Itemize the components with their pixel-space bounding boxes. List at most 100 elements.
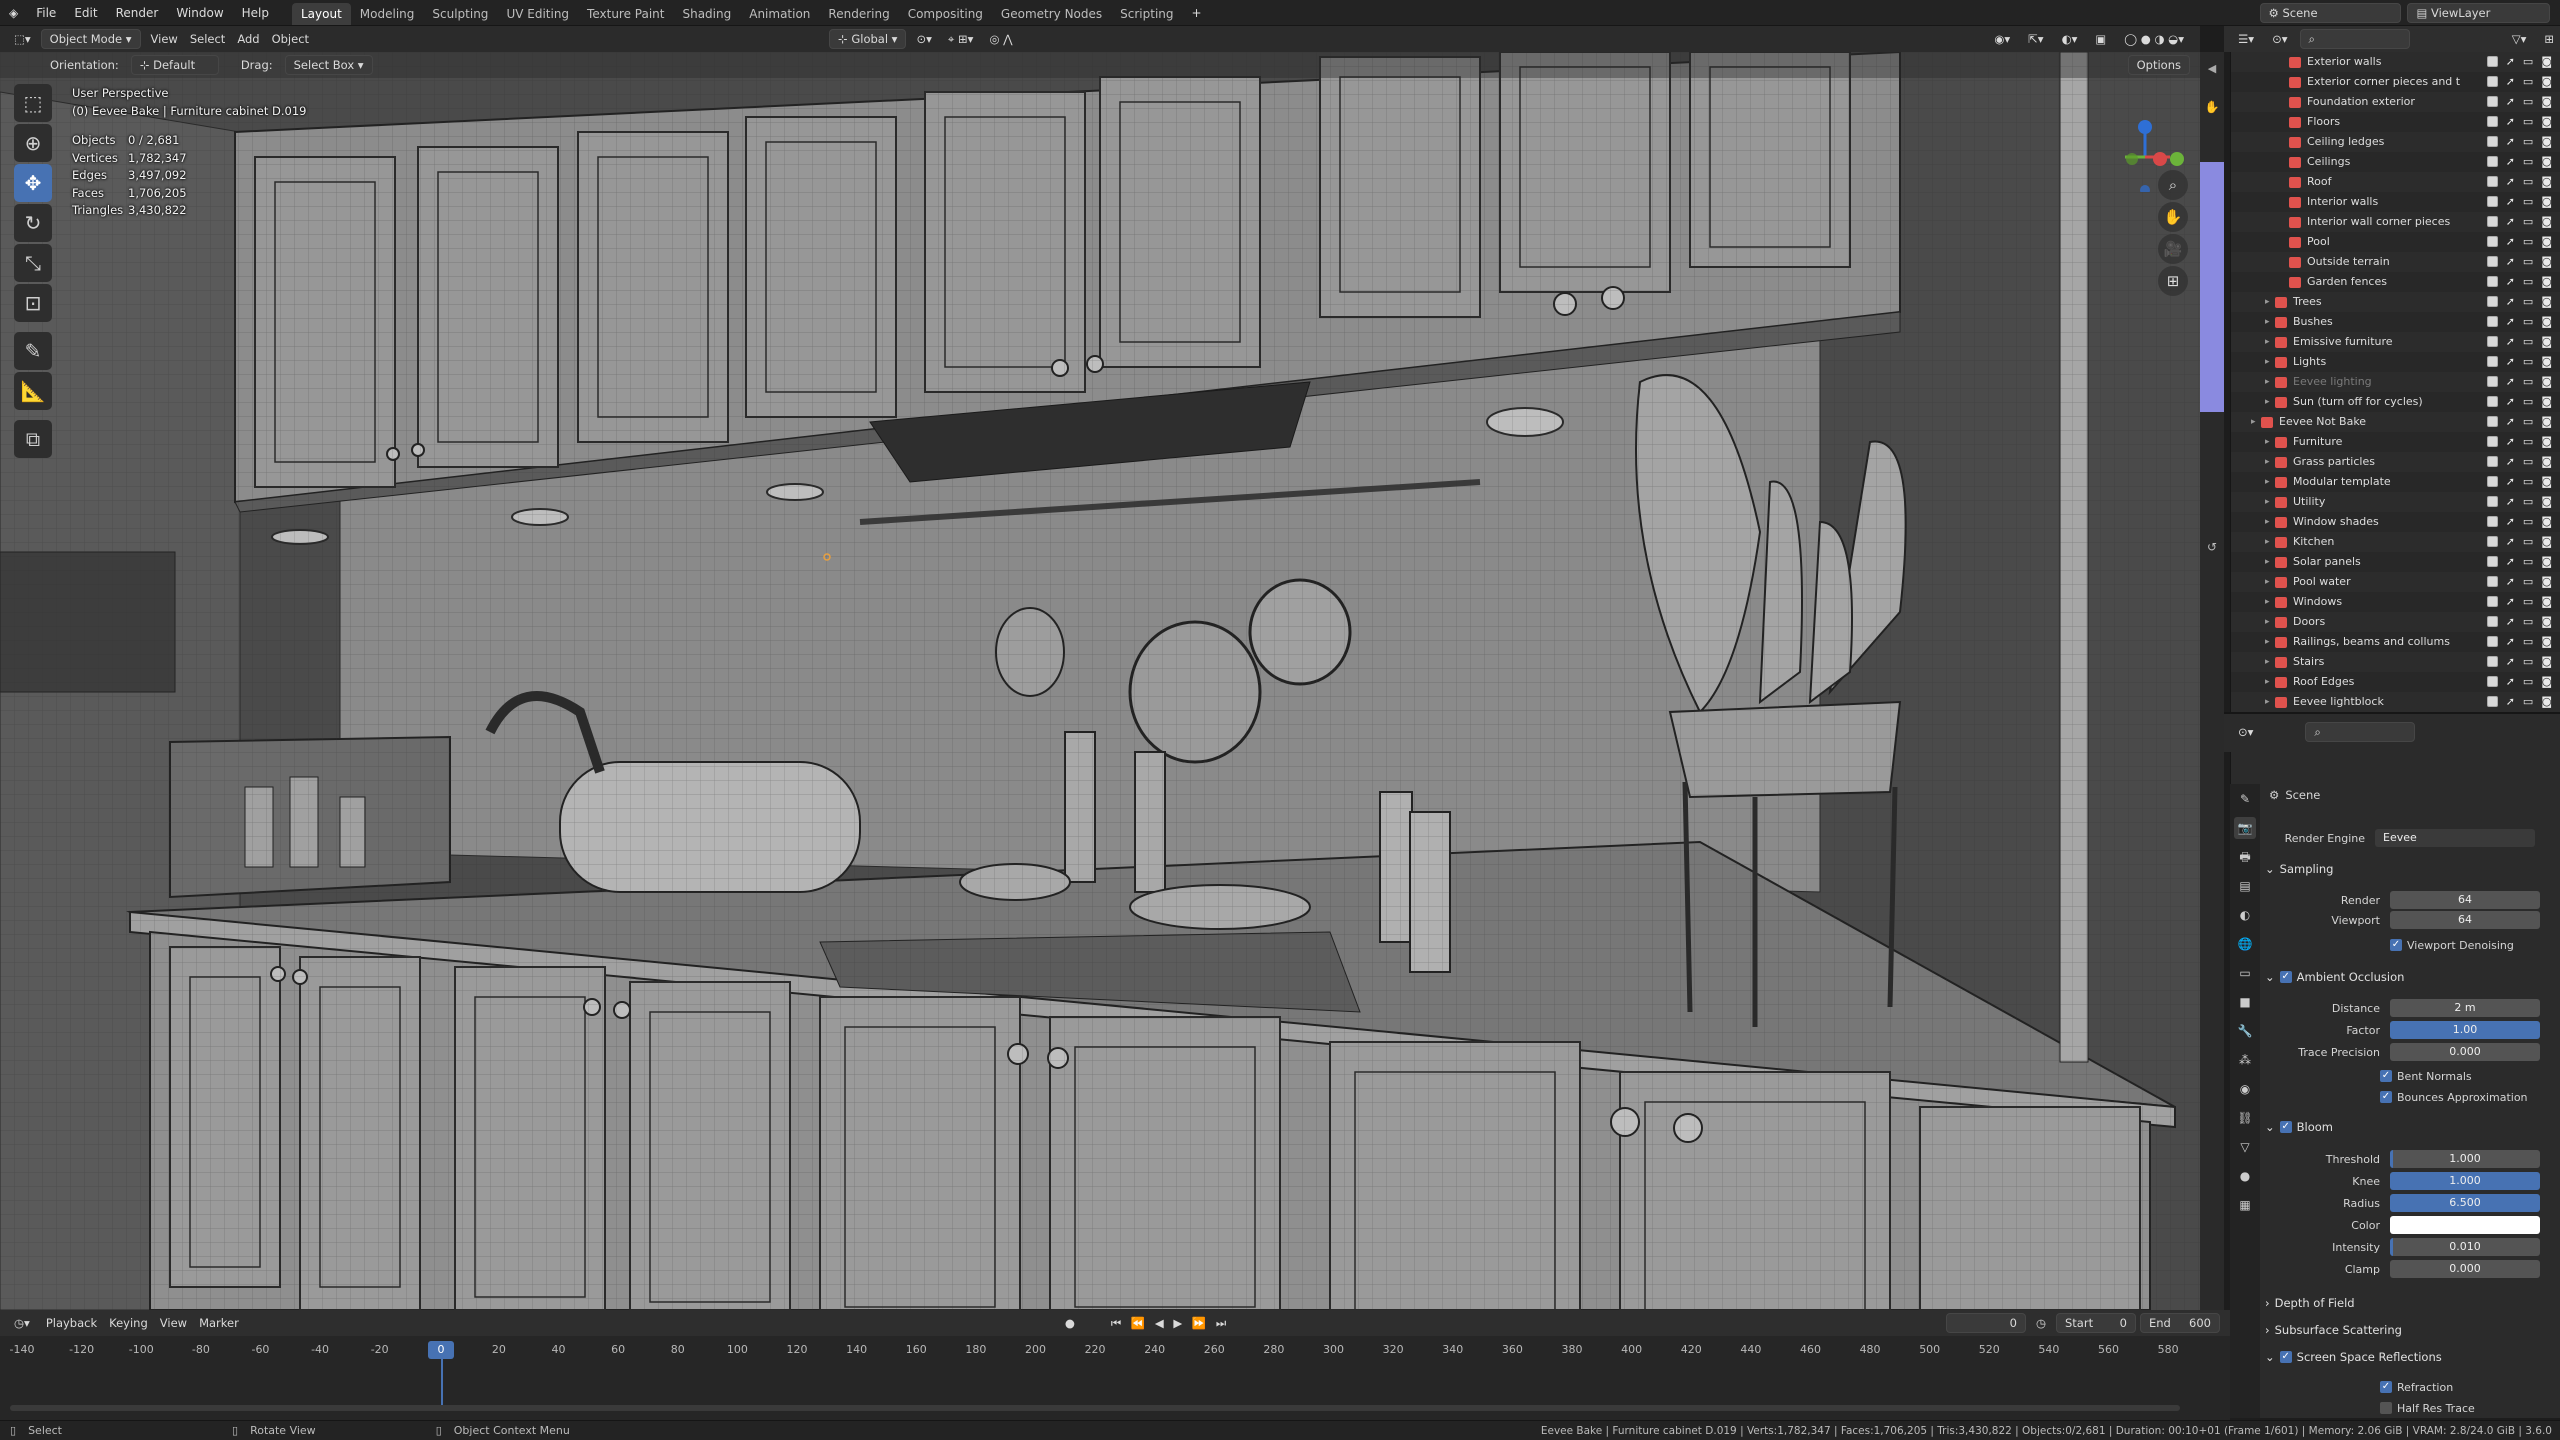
monitor-icon[interactable]: ▭ [2523,152,2533,172]
modifier-tab-icon[interactable]: 🔧 [2234,1020,2256,1042]
expand-arrow-icon[interactable]: ▸ [2265,672,2275,692]
exclude-checkbox[interactable] [2486,236,2498,247]
monitor-icon[interactable]: ▭ [2523,172,2533,192]
expand-arrow-icon[interactable]: ▸ [2265,492,2275,512]
outliner-row[interactable]: ▸ Eevee lightblock ➚ ▭ ◙ [2231,692,2560,712]
render-camera-icon[interactable]: ◙ [2541,52,2552,72]
render-camera-icon[interactable]: ◙ [2541,512,2552,532]
scale-icon[interactable]: ⤡ [14,244,52,282]
render-camera-icon[interactable]: ◙ [2541,212,2552,232]
viewport-menu-object[interactable]: Object [266,29,315,49]
render-camera-icon[interactable]: ◙ [2541,492,2552,512]
render-camera-icon[interactable]: ◙ [2541,552,2552,572]
bloom-panel-header[interactable]: ⌄ ✓ Bloom [2265,1120,2333,1134]
render-camera-icon[interactable]: ◙ [2541,272,2552,292]
monitor-icon[interactable]: ▭ [2523,92,2533,112]
monitor-icon[interactable]: ▭ [2523,512,2533,532]
render-camera-icon[interactable]: ◙ [2541,532,2552,552]
bloom-radius-slider[interactable]: 6.500 [2390,1194,2540,1212]
select-arrow-icon[interactable]: ➚ [2506,152,2515,172]
outliner-row[interactable]: ▸ Eevee lighting ➚ ▭ ◙ [2231,372,2560,392]
render-camera-icon[interactable]: ◙ [2541,112,2552,132]
expand-arrow-icon[interactable]: ▸ [2265,332,2275,352]
viewport-samples-field[interactable]: 64 [2390,911,2540,929]
tab-sculpting[interactable]: Sculpting [423,3,497,25]
history-icon[interactable]: ↺ [2200,540,2224,554]
bloom-clamp-field[interactable]: 0.000 [2390,1260,2540,1278]
monitor-icon[interactable]: ▭ [2523,392,2533,412]
exclude-checkbox[interactable] [2486,376,2498,387]
sss-panel-header[interactable]: › Subsurface Scattering [2265,1323,2402,1337]
outliner-row[interactable]: Interior walls ➚ ▭ ◙ [2231,192,2560,212]
outliner-row[interactable]: ▸ Bushes ➚ ▭ ◙ [2231,312,2560,332]
ortho-grid-icon[interactable]: ⊞ [2158,266,2188,296]
monitor-icon[interactable]: ▭ [2523,232,2533,252]
zoom-icon[interactable]: ⌕ [2158,170,2188,200]
ssr-panel-header[interactable]: ⌄ ✓ Screen Space Reflections [2265,1350,2442,1364]
outliner-row[interactable]: ▸ Railings, beams and collums ➚ ▭ ◙ [2231,632,2560,652]
tab-layout[interactable]: Layout [292,2,351,25]
move-icon[interactable]: ✥ [14,164,52,202]
timeline-menu-view[interactable]: View [154,1313,193,1333]
select-arrow-icon[interactable]: ➚ [2506,552,2515,572]
select-arrow-icon[interactable]: ➚ [2506,272,2515,292]
select-arrow-icon[interactable]: ➚ [2506,452,2515,472]
pivot-icon[interactable]: ⊙▾ [910,29,937,49]
render-camera-icon[interactable]: ◙ [2541,692,2552,712]
select-arrow-icon[interactable]: ➚ [2506,672,2515,692]
exclude-checkbox[interactable] [2486,216,2498,227]
render-camera-icon[interactable]: ◙ [2541,612,2552,632]
exclude-checkbox[interactable] [2486,616,2498,627]
select-arrow-icon[interactable]: ➚ [2506,512,2515,532]
outliner-row[interactable]: Ceilings ➚ ▭ ◙ [2231,152,2560,172]
render-camera-icon[interactable]: ◙ [2541,332,2552,352]
sampling-panel-header[interactable]: ⌄ Sampling [2265,862,2333,876]
exclude-checkbox[interactable] [2486,356,2498,367]
outliner-row[interactable]: ▸ Sun (turn off for cycles) ➚ ▭ ◙ [2231,392,2560,412]
properties-search[interactable]: ⌕ [2305,722,2416,742]
ao-distance-field[interactable]: 2 m [2390,999,2540,1017]
ao-trace-field[interactable]: 0.000 [2390,1043,2540,1061]
exclude-checkbox[interactable] [2486,96,2498,107]
outliner-row[interactable]: ▸ Pool water ➚ ▭ ◙ [2231,572,2560,592]
options-dropdown[interactable]: Options [2127,55,2190,75]
expand-arrow-icon[interactable]: ▸ [2265,392,2275,412]
annotate-icon[interactable]: ✎ [14,332,52,370]
exclude-checkbox[interactable] [2486,416,2498,427]
physics-tab-icon[interactable]: ◉ [2234,1078,2256,1100]
expand-arrow-icon[interactable]: ▸ [2265,612,2275,632]
outliner-row[interactable]: Foundation exterior ➚ ▭ ◙ [2231,92,2560,112]
select-arrow-icon[interactable]: ➚ [2506,112,2515,132]
monitor-icon[interactable]: ▭ [2523,692,2533,712]
monitor-icon[interactable]: ▭ [2523,592,2533,612]
monitor-icon[interactable]: ▭ [2523,252,2533,272]
expand-arrow-icon[interactable]: ▸ [2265,652,2275,672]
add-cube-icon[interactable]: ⧉ [14,420,52,458]
expand-arrow-icon[interactable]: ▸ [2265,312,2275,332]
clock-icon[interactable]: ◷ [2030,1313,2052,1333]
exclude-checkbox[interactable] [2486,196,2498,207]
exclude-checkbox[interactable] [2486,316,2498,327]
add-workspace-icon[interactable]: + [1183,0,1211,26]
expand-arrow-icon[interactable]: ▸ [2265,452,2275,472]
select-arrow-icon[interactable]: ➚ [2506,292,2515,312]
cursor-icon[interactable]: ⊕ [14,124,52,162]
render-camera-icon[interactable]: ◙ [2541,632,2552,652]
camera-view-icon[interactable]: 🎥 [2158,234,2188,264]
exclude-checkbox[interactable] [2486,576,2498,587]
menu-help[interactable]: Help [233,0,278,26]
select-arrow-icon[interactable]: ➚ [2506,612,2515,632]
properties-type-icon[interactable]: ⊙▾ [2232,722,2259,742]
editor-type-icon[interactable]: ⬚▾ [8,29,37,49]
exclude-checkbox[interactable] [2486,456,2498,467]
render-camera-icon[interactable]: ◙ [2541,652,2552,672]
select-arrow-icon[interactable]: ➚ [2506,72,2515,92]
hand-icon[interactable]: ✋ [2200,100,2224,114]
tab-uv-editing[interactable]: UV Editing [497,3,578,25]
monitor-icon[interactable]: ▭ [2523,372,2533,392]
expand-arrow-icon[interactable]: ▸ [2265,292,2275,312]
exclude-checkbox[interactable] [2486,696,2498,707]
select-arrow-icon[interactable]: ➚ [2506,632,2515,652]
outliner-row[interactable]: ▸ Furniture ➚ ▭ ◙ [2231,432,2560,452]
expand-arrow-icon[interactable]: ▸ [2265,552,2275,572]
